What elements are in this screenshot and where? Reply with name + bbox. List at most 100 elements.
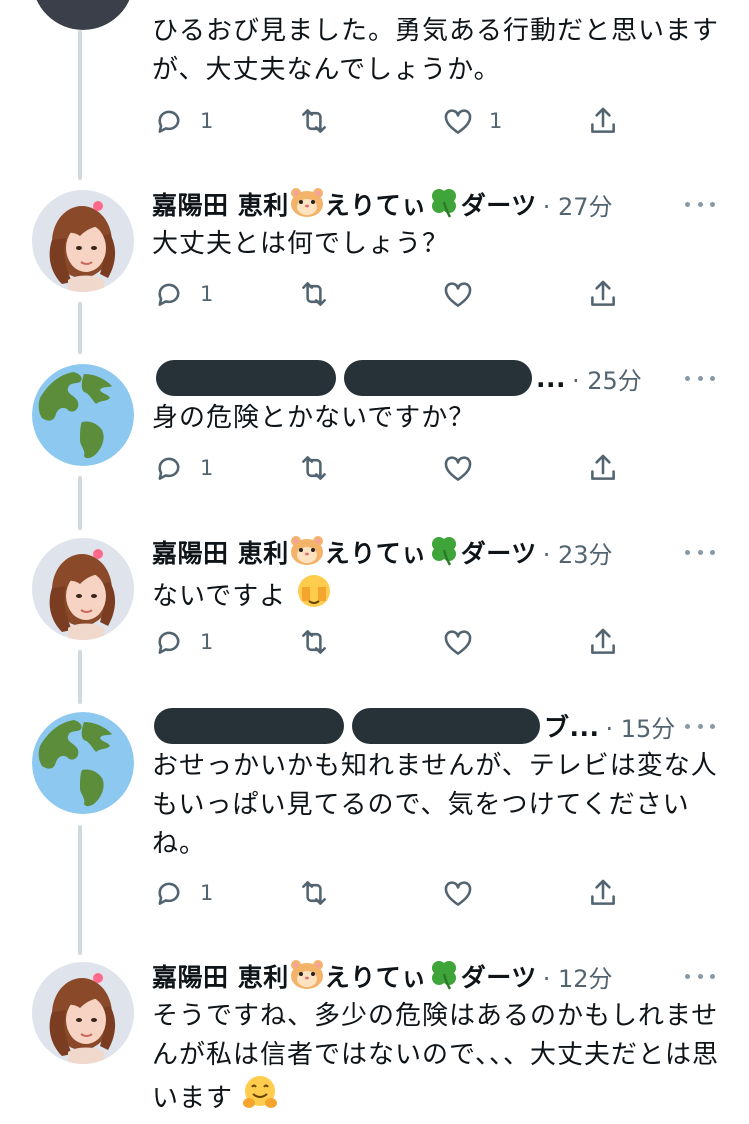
share-icon: [586, 625, 620, 659]
redacted-name: [352, 708, 540, 744]
share-button[interactable]: [586, 448, 620, 488]
more-button[interactable]: [685, 966, 715, 986]
reply-icon: [152, 625, 186, 659]
tweet[interactable]: ブ... · 15分 おせっかいかも知れませんが、テレビは変な人もいっぱい見てる…: [0, 706, 749, 936]
tweet-text: 身の危険とかないですか？: [152, 403, 476, 433]
avatar[interactable]: [32, 712, 134, 814]
timestamp[interactable]: · 23分: [543, 535, 613, 570]
share-icon: [586, 277, 620, 311]
share-icon: [586, 104, 620, 138]
reply-button[interactable]: 1: [152, 448, 213, 488]
tweet-text: ないですよ: [152, 573, 722, 621]
retweet-icon: [297, 104, 331, 138]
more-button[interactable]: [685, 368, 715, 388]
heart-icon: [441, 277, 475, 311]
display-name-tail[interactable]: ...: [536, 364, 566, 393]
tweet[interactable]: ... · 25分 身の危険とかないですか？ 1: [0, 358, 749, 508]
tweet-header: 嘉陽田 恵利 えりてぃ ダーツ · 23分: [152, 532, 719, 572]
more-button[interactable]: [685, 716, 715, 736]
reply-icon: [152, 104, 186, 138]
avatar[interactable]: [32, 962, 134, 1064]
more-icon: [685, 201, 690, 207]
like-button[interactable]: [441, 448, 475, 488]
retweet-icon: [297, 625, 331, 659]
display-name-suffix2[interactable]: ダーツ: [461, 186, 537, 222]
retweet-button[interactable]: [297, 448, 331, 488]
avatar[interactable]: [32, 0, 134, 30]
hamster-emoji: [289, 534, 325, 570]
tweet[interactable]: ひるおび見ました。勇気ある行動だと思いますが、大丈夫なんでしょうか。 1 1: [0, 0, 749, 160]
retweet-button[interactable]: [297, 622, 331, 662]
tweet-header: 嘉陽田 恵利 えりてぃ ダーツ · 12分: [152, 956, 719, 996]
like-button[interactable]: [441, 873, 475, 913]
retweet-button[interactable]: [297, 101, 331, 141]
tweet[interactable]: 嘉陽田 恵利 えりてぃ ダーツ · 27分 大丈夫とは何でしょう？ 1: [0, 184, 749, 334]
timestamp[interactable]: · 27分: [543, 187, 613, 222]
share-icon: [586, 876, 620, 910]
more-icon: [685, 549, 690, 555]
like-button[interactable]: 1: [441, 101, 502, 141]
globe-icon: [32, 712, 134, 814]
more-icon: [685, 723, 690, 729]
more-button[interactable]: [685, 194, 715, 214]
tweet-text-content: ないですよ: [152, 581, 287, 612]
like-button[interactable]: [441, 622, 475, 662]
retweet-button[interactable]: [297, 274, 331, 314]
display-name[interactable]: 嘉陽田 恵利: [152, 958, 289, 994]
more-icon: [685, 973, 690, 979]
avatar[interactable]: [32, 364, 134, 466]
retweet-button[interactable]: [297, 873, 331, 913]
tweet-actions: 1: [152, 873, 632, 913]
display-name-suffix2[interactable]: ダーツ: [461, 534, 537, 570]
reply-icon: [152, 277, 186, 311]
reply-icon: [152, 876, 186, 910]
tweet-text: ひるおび見ました。勇気ある行動だと思いますが、大丈夫なんでしょうか。: [152, 16, 720, 85]
like-count: 1: [489, 109, 503, 133]
retweet-icon: [297, 277, 331, 311]
tweet-text: そうですね、多少の危険はあるのかもしれませんが私は信者ではないので、、、大丈夫だ…: [152, 997, 722, 1123]
tweet-actions: 1: [152, 274, 632, 314]
tweet-text: 大丈夫とは何でしょう？: [152, 229, 450, 259]
share-button[interactable]: [586, 101, 620, 141]
like-button[interactable]: [441, 274, 475, 314]
display-name[interactable]: 嘉陽田 恵利: [152, 186, 289, 222]
retweet-icon: [297, 876, 331, 910]
avatar[interactable]: [32, 538, 134, 640]
four-leaf-clover-emoji: [427, 957, 461, 995]
share-button[interactable]: [586, 622, 620, 662]
timestamp[interactable]: · 15分: [606, 709, 676, 744]
reply-button[interactable]: 1: [152, 873, 213, 913]
display-name-suffix2[interactable]: ダーツ: [461, 958, 537, 994]
tweet-actions: 1: [152, 622, 632, 662]
retweet-icon: [297, 451, 331, 485]
heart-icon: [441, 451, 475, 485]
timestamp[interactable]: · 25分: [572, 361, 642, 396]
avatar[interactable]: [32, 190, 134, 292]
hamster-emoji: [289, 958, 325, 994]
globe-icon: [32, 364, 134, 466]
tweet-header: ブ... · 15分: [152, 706, 719, 746]
display-name[interactable]: 嘉陽田 恵利: [152, 534, 289, 570]
hamster-emoji: [289, 186, 325, 222]
reply-button[interactable]: 1: [152, 274, 213, 314]
heart-icon: [441, 104, 475, 138]
face-with-hands-emoji: [296, 573, 332, 621]
display-name-suffix[interactable]: えりてぃ: [325, 958, 427, 994]
reply-count: 1: [200, 881, 214, 905]
heart-icon: [441, 625, 475, 659]
tweet[interactable]: 嘉陽田 恵利 えりてぃ ダーツ · 12分 そうですね、多少の危険はあるのかもし…: [0, 956, 749, 1124]
more-button[interactable]: [685, 542, 715, 562]
tweet-actions: 1 1: [152, 101, 632, 141]
reply-button[interactable]: 1: [152, 101, 213, 141]
timestamp[interactable]: · 12分: [543, 959, 613, 994]
display-name-tail[interactable]: ブ...: [544, 708, 600, 744]
reply-button[interactable]: 1: [152, 622, 213, 662]
redacted-name: [344, 360, 532, 396]
display-name-suffix[interactable]: えりてぃ: [325, 186, 427, 222]
redacted-name: [156, 360, 336, 396]
reply-icon: [152, 451, 186, 485]
tweet[interactable]: 嘉陽田 恵利 えりてぃ ダーツ · 23分 ないですよ 1: [0, 532, 749, 682]
share-button[interactable]: [586, 274, 620, 314]
display-name-suffix[interactable]: えりてぃ: [325, 534, 427, 570]
share-button[interactable]: [586, 873, 620, 913]
